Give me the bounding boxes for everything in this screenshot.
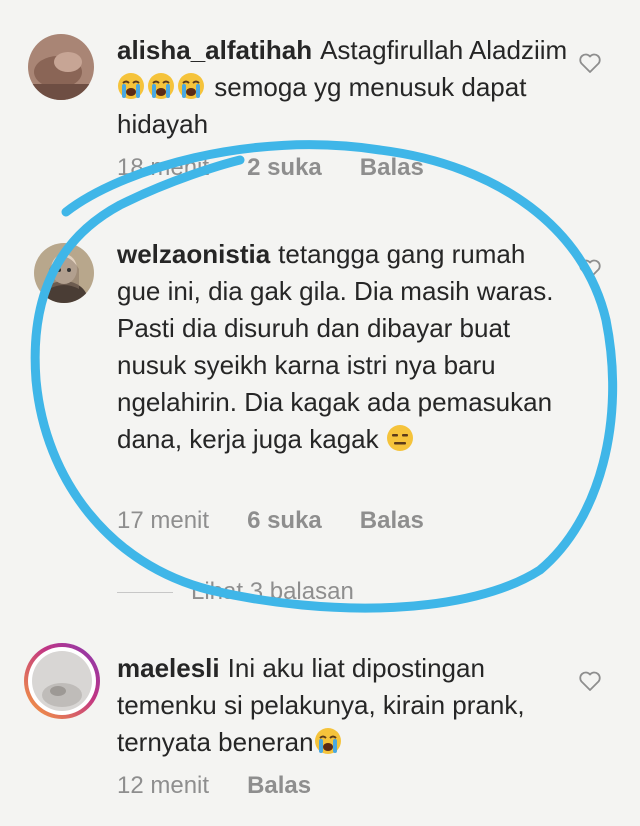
loudly-crying-face-icon <box>147 72 175 100</box>
avatar[interactable] <box>34 243 94 303</box>
timestamp: 18 menit <box>117 154 210 181</box>
reply-button[interactable]: Balas <box>360 154 424 182</box>
loudly-crying-face-icon <box>117 72 145 100</box>
username[interactable]: welzaonistia <box>117 239 270 269</box>
loudly-crying-face-icon <box>177 72 205 100</box>
reply-button[interactable]: Balas <box>247 772 311 800</box>
avatar-story-ring[interactable] <box>24 643 100 719</box>
like-count[interactable]: 2 suka <box>247 154 322 182</box>
comment-meta: 17 menit 6 suka Balas <box>117 507 424 535</box>
comment-text: maelesli Ini aku liat dipostingan temenku… <box>117 650 567 761</box>
divider <box>117 591 173 593</box>
view-replies-label: Lihat 3 balasan <box>191 578 354 605</box>
avatar[interactable] <box>28 34 94 100</box>
timestamp: 17 menit <box>117 507 210 534</box>
like-count[interactable]: 6 suka <box>247 507 322 535</box>
username[interactable]: alisha_alfatihah <box>117 35 312 65</box>
reply-button[interactable]: Balas <box>360 507 424 535</box>
comment-body: tetangga gang rumah gue ini, dia gak gil… <box>117 239 554 454</box>
heart-icon[interactable] <box>578 670 602 692</box>
expressionless-face-icon <box>386 424 414 452</box>
comment-body: Astagfirullah Aladziim <box>320 35 568 65</box>
heart-icon[interactable] <box>578 52 602 74</box>
comment-text: welzaonistia tetangga gang rumah gue ini,… <box>117 236 567 458</box>
comment-meta: 18 menit 2 suka Balas <box>117 154 424 182</box>
comment-meta: 12 menit Balas <box>117 772 311 800</box>
avatar-image <box>32 651 92 711</box>
loudly-crying-face-icon <box>314 727 342 755</box>
comment-text: alisha_alfatihah Astagfirullah Aladziim s… <box>117 32 572 143</box>
username[interactable]: maelesli <box>117 653 220 683</box>
heart-icon[interactable] <box>578 258 602 280</box>
timestamp: 12 menit <box>117 772 210 799</box>
view-replies-button[interactable]: Lihat 3 balasan <box>117 578 354 606</box>
